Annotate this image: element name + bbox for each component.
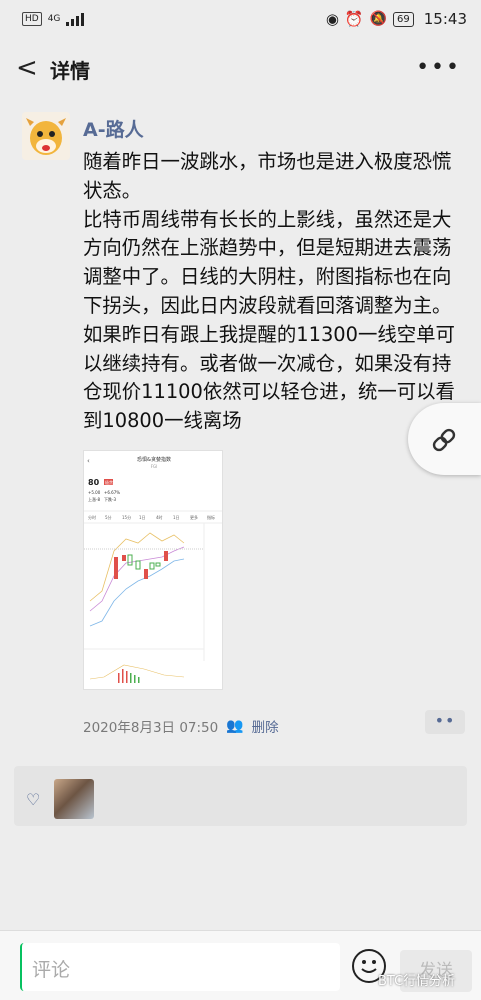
clock: 15:43 [423,10,467,28]
thumb-tab: 更多 [190,514,198,520]
thumb-tab: 4时 [156,514,163,520]
liker-avatar[interactable] [54,779,94,819]
more-icon[interactable]: ••• [416,55,461,80]
visibility-icon: 👥 [226,718,244,734]
author-name[interactable]: A-路人 [83,115,144,142]
thumb-tab: 指标 [207,514,215,520]
back-icon[interactable]: < [16,55,38,81]
eye-icon: ◉ [325,10,339,28]
chart-screenshot: ‹ 恐惧&贪婪指数 FGI 80 极贪 +5.00 +6.67% 上涨-8 下跌… [84,456,222,683]
signal-icon [66,12,85,26]
floating-link-button[interactable] [408,403,481,475]
mute-icon: 🔕 [369,11,388,27]
svg-text:‹: ‹ [87,457,90,465]
thumb-tab: 1日 [139,515,146,520]
likes-panel: ♡ [14,766,467,826]
thumb-tag: 极贪 [105,479,113,485]
thumb-chg2: +6.67% [104,490,120,495]
heart-icon: ♡ [26,790,41,809]
thumb-title: 恐惧&贪婪指数 [137,456,171,463]
alarm-icon: ⏰ [344,10,364,28]
battery-icon: 69 [393,11,414,27]
thumb-value: 80 [88,478,100,487]
post-date: 2020年8月3日 07:50 [83,720,219,736]
delete-button[interactable]: 删除 [252,716,279,736]
post-image[interactable]: ‹ 恐惧&贪婪指数 FGI 80 极贪 +5.00 +6.67% 上涨-8 下跌… [83,450,223,690]
nav-bar: < 详情 ••• [0,38,481,98]
thumb-tab: 15分 [122,514,131,520]
comment-input[interactable]: 评论 [20,943,340,991]
thumb-tabs: 分时 5分 15分 1日 4时 1日 更多 指标 [88,514,215,520]
cow-avatar-icon [22,112,70,160]
network-type: 4G [47,14,61,24]
watermark: BTC行情分析 [378,974,456,989]
hd-indicator: HD [22,12,42,26]
comment-menu-button[interactable]: •• [425,710,465,734]
thumb-sub: FGI [151,464,158,469]
thumb-tab: 分时 [88,514,96,520]
thumb-tab: 1日 [173,515,180,520]
avatar[interactable] [22,112,70,160]
thumb-tab: 5分 [105,514,112,520]
thumb-up: 上涨-8 [88,496,100,502]
link-icon [432,428,456,452]
thumb-down: 下跌-3 [104,496,116,502]
post-meta: 2020年8月3日 07:50 👥 删除 [83,716,279,736]
thumb-chg1: +5.00 [88,490,101,495]
page-title: 详情 [50,59,90,83]
status-bar: HD 4G ◉ ⏰ 🔕 69 15:43 [0,0,481,38]
comment-bar: 评论 发送 [0,930,481,1000]
post-text: 随着昨日一波跳水，市场也是进入极度恐慌状态。 比特币周线带有长长的上影线，虽然还… [83,150,455,433]
